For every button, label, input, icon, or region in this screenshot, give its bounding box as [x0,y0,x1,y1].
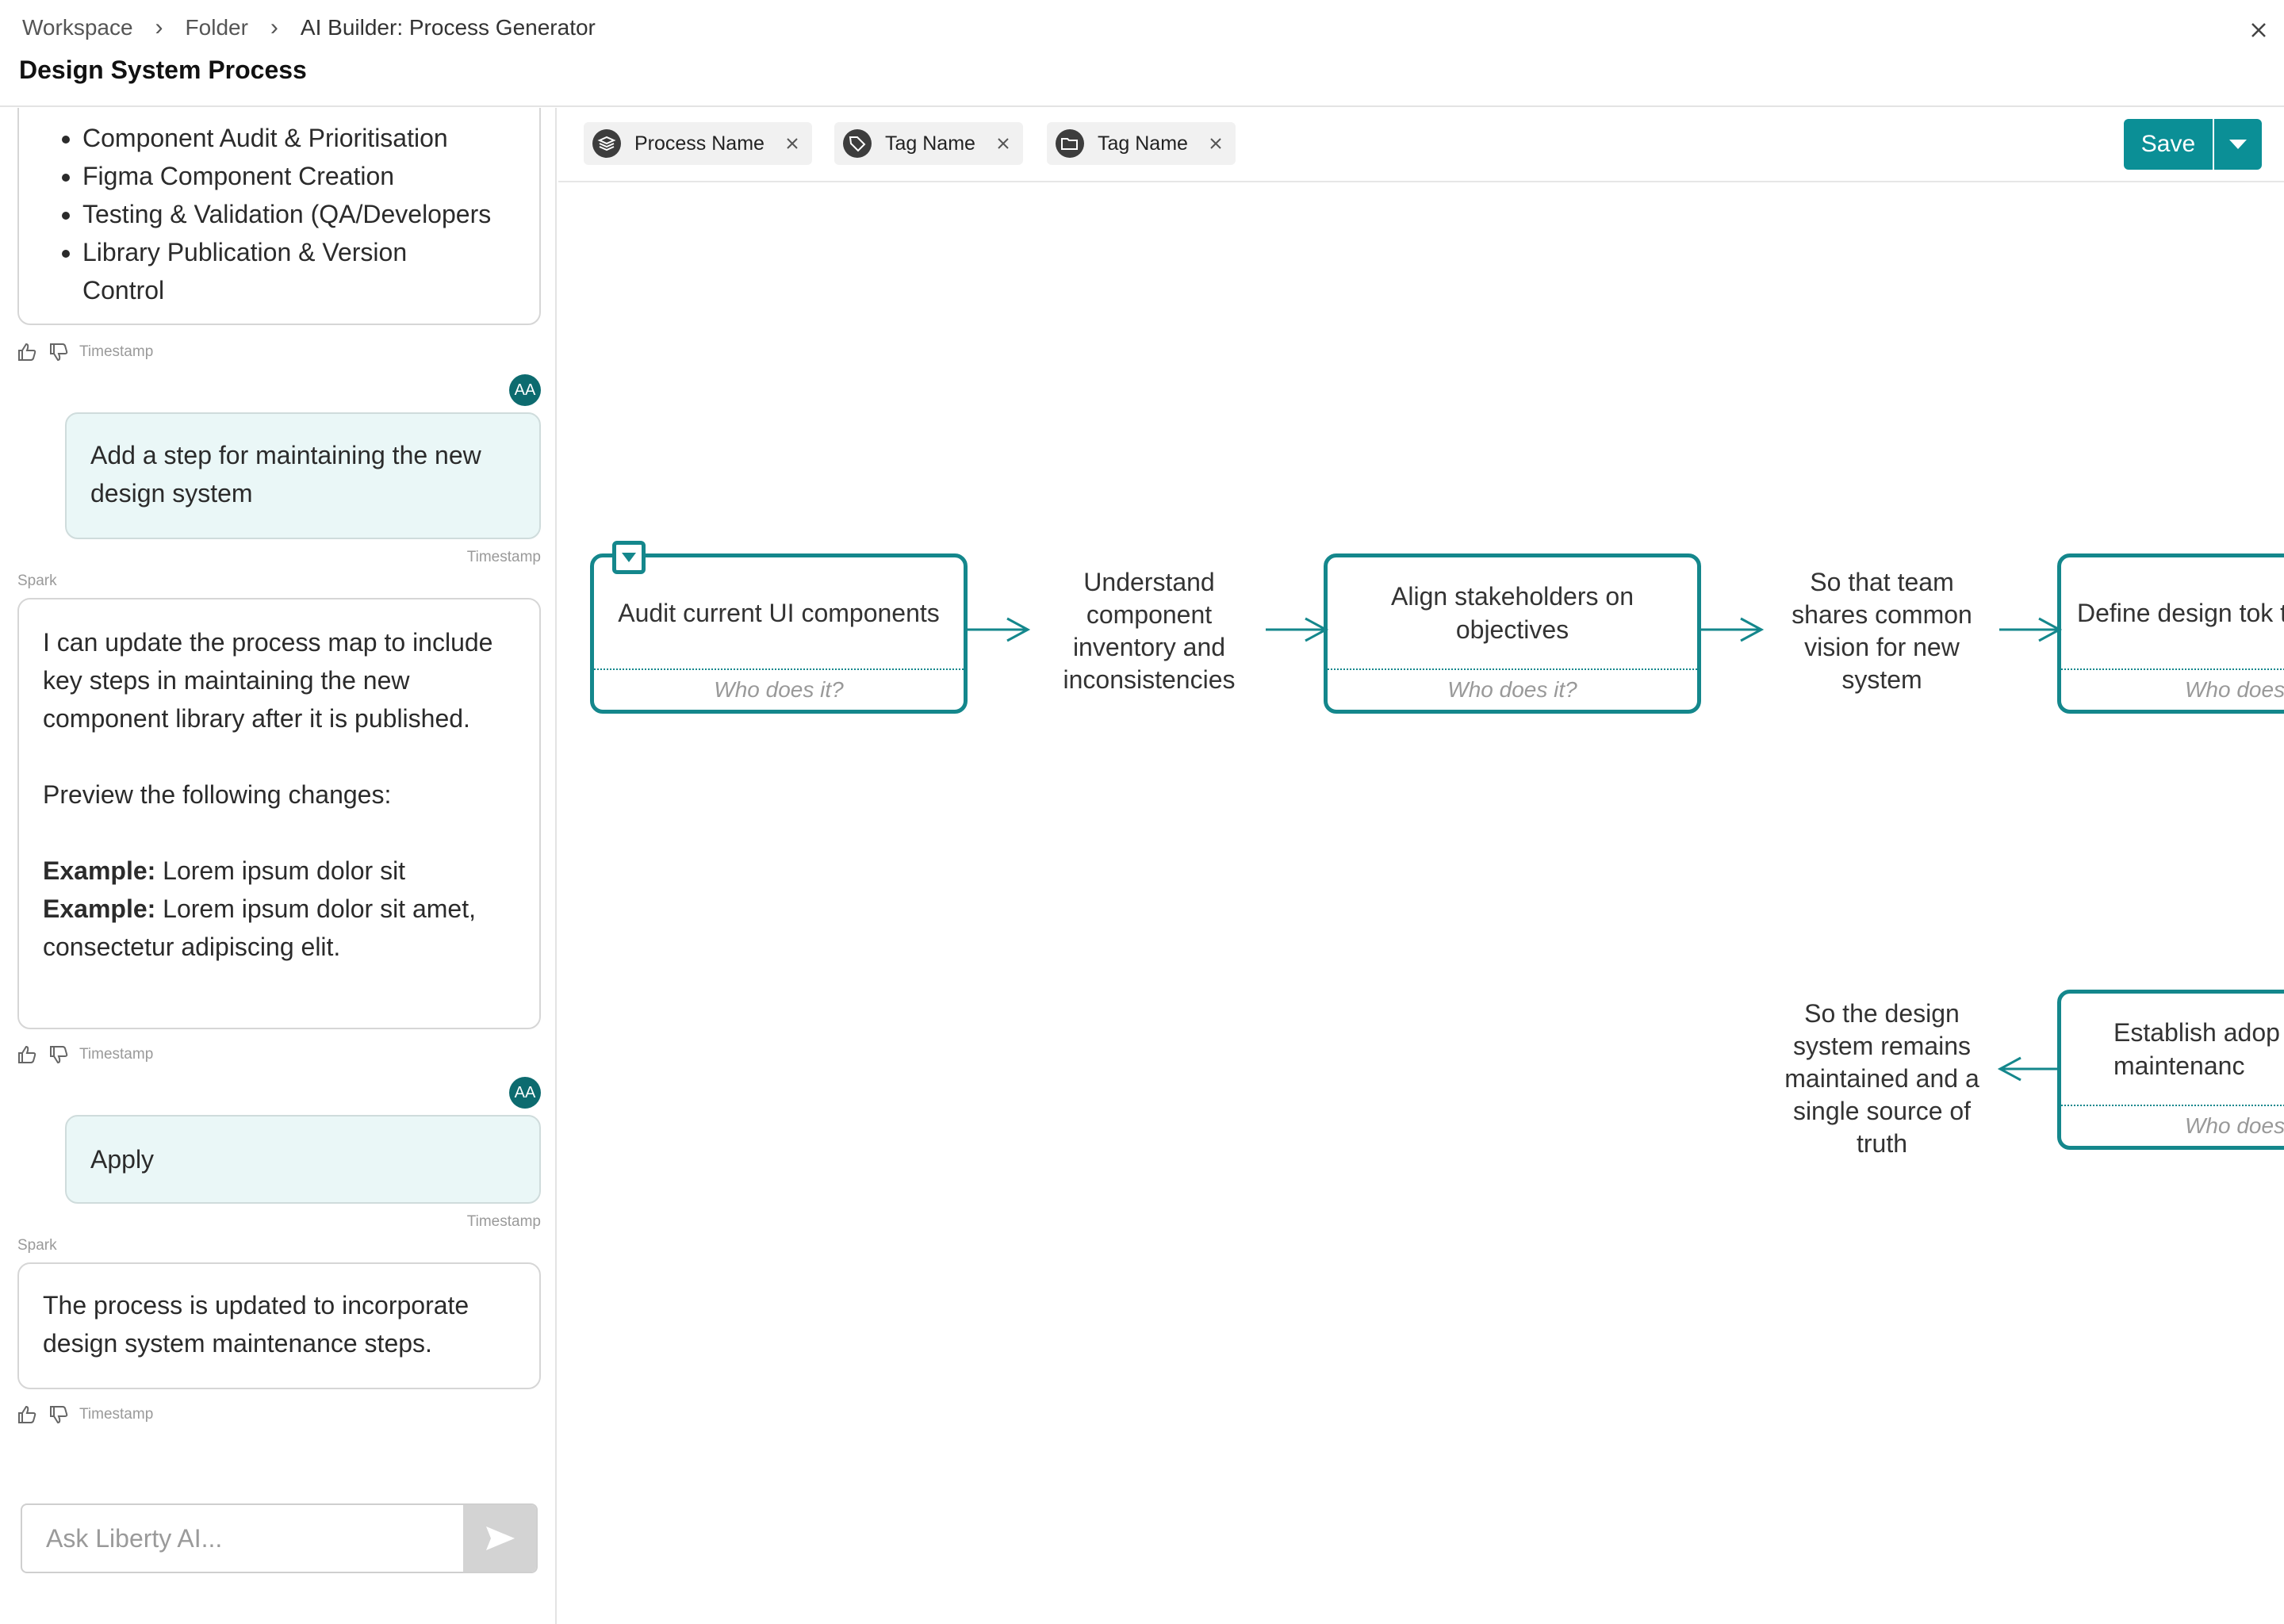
ai-message-text: The process is updated to incorporate de… [43,1291,469,1358]
avatar: AA [509,374,541,406]
ask-input[interactable] [22,1505,463,1572]
step-outcome: Understand component inventory and incon… [1063,568,1236,694]
connector-arrow [1997,1056,2060,1082]
send-button[interactable] [463,1505,536,1572]
step-title-text: Define design tok typography [2077,599,2284,627]
layers-icon [592,129,621,158]
process-canvas[interactable]: Audit current UI components Who does it?… [558,184,2284,1624]
chip-label: Process Name [634,132,765,155]
list-item: Testing & Validation (QA/Developers [82,195,539,233]
close-icon[interactable] [1207,135,1224,152]
ai-message-text: Preview the following changes: [43,780,392,809]
sender-name: Spark [17,1237,57,1254]
step-outcome: So that team shares common vision for ne… [1792,568,1972,694]
step-owner[interactable]: Who does [2061,1106,2284,1146]
chevron-right-icon: › [155,14,163,40]
chip-process-name[interactable]: Process Name [584,122,812,165]
timestamp: Timestamp [79,343,154,360]
timestamp: Timestamp [466,549,541,565]
sender-name: Spark [17,573,57,589]
process-step[interactable]: Audit current UI components Who does it? [590,553,968,714]
avatar: AA [509,1077,541,1109]
canvas-toolbar: Process Name Tag Name Tag Name [558,108,2284,182]
thumbs-up-icon[interactable] [16,1404,38,1426]
thumbs-up-icon[interactable] [16,341,38,363]
process-step[interactable]: Define design tok typography Who does [2057,553,2284,714]
thumbs-up-icon[interactable] [16,1044,38,1066]
step-title-text: Establish adop maintenanc [2113,1018,2280,1080]
step-owner[interactable]: Who does it? [1328,670,1697,710]
breadcrumb: Workspace › Folder › AI Builder: Process… [22,14,596,41]
step-title: Audit current UI components [618,599,940,627]
user-message-bubble: Add a step for maintaining the new desig… [65,412,541,539]
step-title: Establish adop maintenanc [2061,994,2284,1105]
message-feedback: Timestamp [16,341,153,363]
close-icon[interactable] [2246,17,2271,43]
list-item: Component Audit & Prioritisation [82,119,539,157]
user-message-text: Add a step for maintaining the new desig… [90,441,481,508]
save-button[interactable]: Save [2124,119,2213,170]
example-text: Lorem ipsum dolor sit [155,856,406,885]
process-step[interactable]: Align stakeholders on objectives Who doe… [1324,553,1701,714]
close-icon[interactable] [994,135,1012,152]
save-dropdown-button[interactable] [2214,119,2262,170]
step-title: Define design tok typography [2061,557,2284,668]
chip-tag-name[interactable]: Tag Name [834,122,1023,165]
example-line: Example: Lorem ipsum dolor sit amet, con… [43,890,515,966]
chip-label: Tag Name [885,132,975,155]
ask-input-box [21,1503,538,1573]
chevron-right-icon: › [270,14,278,40]
step-owner[interactable]: Who does it? [594,670,964,710]
breadcrumb-folder[interactable]: Folder [186,15,248,40]
timestamp: Timestamp [79,1406,154,1423]
connector-arrow [1999,617,2063,642]
list-item: Library Publication & Version Control [82,233,539,309]
top-header: Workspace › Folder › AI Builder: Process… [0,0,2284,107]
example-label: Example: [43,856,156,885]
step-title: Align stakeholders on objectives [1391,582,1634,644]
ai-message-bubble: The process is updated to incorporate de… [17,1262,541,1389]
send-icon [486,1526,515,1550]
step-outcome: So the design system remains maintained … [1784,999,1979,1158]
chip-label: Tag Name [1098,132,1188,155]
connector-arrow [1266,617,1329,642]
example-line: Example: Lorem ipsum dolor sit [43,852,515,890]
thumbs-down-icon[interactable] [48,1044,70,1066]
thumbs-down-icon[interactable] [48,1404,70,1426]
connector-arrow [968,617,1031,642]
example-label: Example: [43,894,156,923]
user-message-bubble: Apply [65,1115,541,1204]
ai-message-bubble: Component Audit & Prioritisation Figma C… [17,108,541,325]
chat-panel: Component Audit & Prioritisation Figma C… [0,108,557,1624]
close-icon[interactable] [784,135,801,152]
step-owner[interactable]: Who does [2061,670,2284,710]
message-feedback: Timestamp [16,1044,153,1066]
process-step[interactable]: Establish adop maintenanc Who does [2057,990,2284,1150]
chevron-down-icon [2229,140,2247,149]
step-toggle-icon[interactable] [612,541,646,574]
ai-message-text: I can update the process map to include … [43,628,493,733]
connector-arrow [1701,617,1765,642]
user-message-text: Apply [90,1145,155,1174]
folder-icon [1056,129,1084,158]
breadcrumb-current: AI Builder: Process Generator [300,15,596,40]
ai-message-bubble: I can update the process map to include … [17,598,541,1029]
message-feedback: Timestamp [16,1404,153,1426]
tag-icon [843,129,872,158]
timestamp: Timestamp [79,1046,154,1063]
page-title: Design System Process [19,56,307,84]
chip-folder-name[interactable]: Tag Name [1047,122,1236,165]
thumbs-down-icon[interactable] [48,341,70,363]
message-list: Component Audit & Prioritisation Figma C… [19,119,539,309]
list-item: Figma Component Creation [82,157,539,195]
timestamp: Timestamp [466,1213,541,1230]
breadcrumb-workspace[interactable]: Workspace [22,15,133,40]
